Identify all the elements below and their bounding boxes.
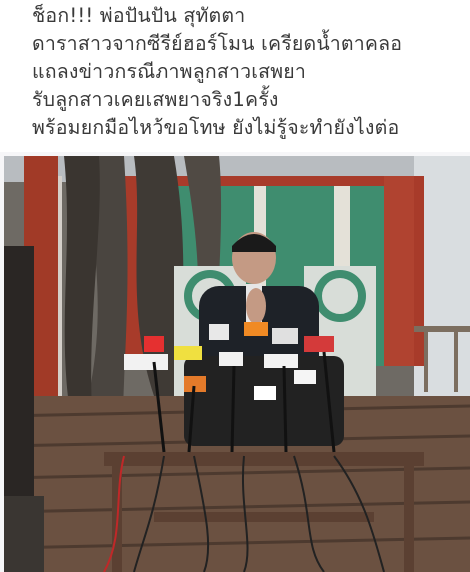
caption-line-2: ดาราสาวจากซีรีย์ฮอร์โมน เครียดน้ำตาคลอ bbox=[32, 32, 403, 55]
post-caption: ช็อก!!! พ่อปันปัน สุทัตตา ดาราสาวจากซีรี… bbox=[0, 0, 470, 152]
post-photo[interactable] bbox=[4, 156, 470, 572]
press-conference-image bbox=[4, 156, 470, 572]
caption-line-1: ช็อก!!! พ่อปันปัน สุทัตตา bbox=[32, 4, 246, 27]
caption-line-3: แถลงข่าวกรณีภาพลูกสาวเสพยา bbox=[32, 60, 307, 83]
post-card: ช็อก!!! พ่อปันปัน สุทัตตา ดาราสาวจากซีรี… bbox=[0, 0, 470, 572]
caption-line-5: พร้อมยกมือไหว้ขอโทษ ยังไม่รู้จะทำยังไงต่… bbox=[32, 116, 400, 139]
caption-line-4: รับลูกสาวเคยเสพยาจริง1ครั้ง bbox=[32, 88, 279, 111]
